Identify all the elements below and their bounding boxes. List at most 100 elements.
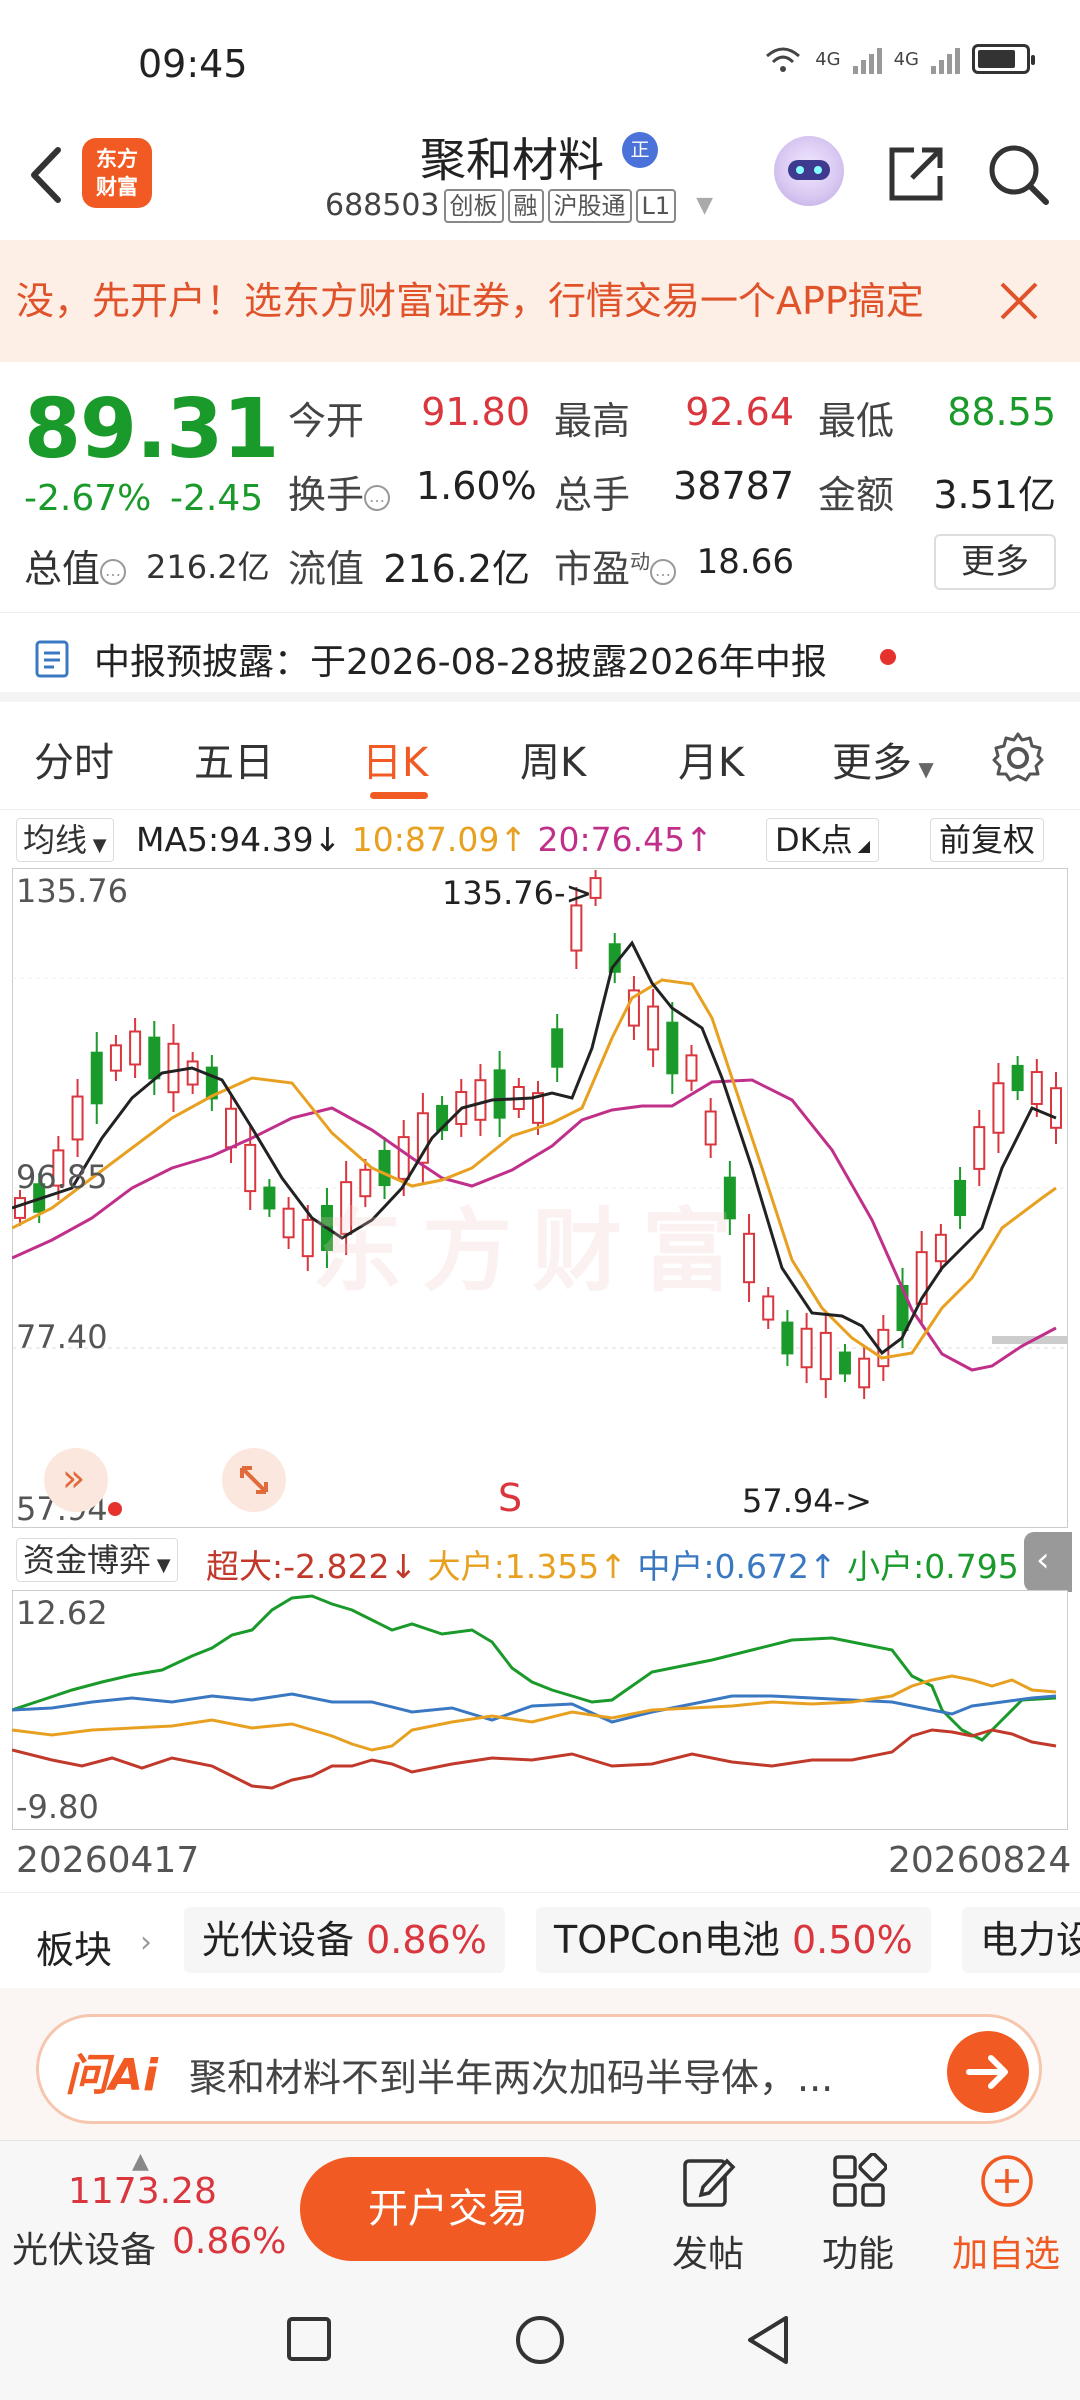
volume-value: 38787 [673, 464, 794, 508]
info-icon[interactable]: … [364, 484, 391, 511]
y-label-mid: 96.85 [16, 1158, 108, 1196]
stock-code-row[interactable]: 688503 创板 融 沪股通 L1 ▼ [325, 188, 713, 223]
pe-superscript: 动 [630, 549, 651, 574]
tag-level: L1 [635, 188, 677, 223]
chevron-down-icon: ▼ [87, 835, 107, 856]
tab-daily-k[interactable]: 日K [362, 730, 428, 788]
back-nav-icon[interactable] [744, 2314, 792, 2366]
low-label: 最低 [818, 399, 895, 443]
flow-medium: 中户:0.672 [637, 1547, 809, 1586]
ai-area: 问Ai 聚和材料不到半年两次加码半导体，... [0, 1988, 1080, 2140]
amount-value: 3.51亿 [933, 473, 1056, 517]
capital-flow-chart[interactable]: 12.62 -9.80 [11, 1589, 1069, 1831]
sector-index-value[interactable]: 1173.28 [68, 2171, 217, 2212]
candle-body [1030, 1071, 1043, 1105]
ai-robot-icon[interactable] [774, 136, 844, 206]
back-icon[interactable] [20, 140, 70, 210]
fullscreen-button[interactable] [222, 1448, 286, 1512]
ai-question-bar[interactable]: 问Ai 聚和材料不到半年两次加码半导体，... [36, 2014, 1042, 2124]
tab-more[interactable]: 更多 ▼ [832, 730, 934, 788]
candle-body [1011, 1064, 1024, 1092]
sell-signal-marker: S [498, 1476, 523, 1520]
functions-button[interactable]: 功能 [798, 2141, 918, 2281]
candle-body [474, 1079, 487, 1121]
sector-chip[interactable]: TOPCon电池 0.50% [536, 1907, 931, 1973]
close-icon[interactable] [998, 280, 1040, 322]
market-cap-label-text: 总值 [24, 547, 101, 591]
kline-chart[interactable]: 东方财富 135.76 96.85 77.40 57.94 135.76-> 5… [12, 868, 1068, 1528]
tab-intraday[interactable]: 分时 [34, 730, 114, 788]
share-icon[interactable] [884, 142, 948, 206]
home-icon[interactable] [514, 2314, 566, 2366]
functions-label: 功能 [821, 2234, 894, 2275]
candle-body [397, 1136, 410, 1180]
search-icon[interactable] [986, 142, 1052, 208]
sector-pct: 0.86% [366, 1918, 487, 1962]
pe-value: 18.66 [696, 542, 794, 582]
network-label-2: 4G [893, 48, 919, 70]
post-button[interactable]: 发帖 [648, 2141, 768, 2281]
tab-monthly-k[interactable]: 月K [678, 730, 744, 788]
flow-selector[interactable]: 资金博弈 ▼ [16, 1538, 178, 1582]
tab-more-label: 更多 [832, 740, 912, 786]
ma-values: MA5:94.39↓ 10:87.09↑ 20:76.45↑ [136, 820, 713, 859]
candle-body [570, 904, 583, 952]
pe-label: 市盈动… [554, 538, 677, 593]
dk-point-button[interactable]: DK点 ◢ [766, 818, 880, 862]
unread-dot [880, 649, 896, 665]
ma5-value: MA5:94.39 [136, 820, 314, 859]
disclosure-notice[interactable]: 中报预披露：于2026-08-28披露2026年中报 [0, 612, 1080, 702]
flow-small: 小户:0.795 [847, 1547, 1019, 1586]
tab-weekly-k[interactable]: 周K [520, 730, 586, 788]
recent-apps-icon[interactable] [286, 2316, 332, 2362]
down-arrow-icon: ↓ [389, 1547, 418, 1586]
candle-body [263, 1186, 276, 1210]
collapse-left-button[interactable]: » [44, 1448, 108, 1512]
candle-body [551, 1028, 564, 1068]
high-annotation: 135.76-> [442, 874, 593, 912]
ma-selector[interactable]: 均线 ▼ [16, 818, 114, 862]
add-watchlist-button[interactable]: 加自选 [946, 2141, 1066, 2281]
system-nav-bar [0, 2280, 1080, 2400]
ma20-value: 20:76.45 [537, 820, 686, 859]
watermark: 东方财富 [312, 1199, 752, 1304]
change-percent: -2.67% [24, 478, 152, 519]
corner-triangle-icon: ◢ [852, 836, 871, 855]
candle-body [129, 1030, 142, 1066]
dk-label: DK点 [775, 821, 853, 859]
sector-chip[interactable]: 电力设 [962, 1907, 1080, 1973]
high-value: 92.64 [685, 390, 794, 434]
info-icon[interactable]: … [650, 558, 677, 585]
candle-body [762, 1295, 775, 1321]
turnover-value: 1.60% [416, 464, 537, 508]
flow-large: 大户:1.355 [427, 1547, 600, 1586]
float-cap-value: 216.2亿 [383, 547, 530, 591]
date-start: 20260417 [16, 1840, 200, 1881]
sector-name[interactable]: 光伏设备 [12, 2221, 156, 2273]
chevron-left-icon: ‹ [1036, 1540, 1050, 1580]
price-adjust-button[interactable]: 前复权 [930, 818, 1045, 862]
bottom-action-bar: ▲ 1173.28 光伏设备 0.86% 开户交易 发帖 功能 加自选 [0, 2140, 1080, 2280]
more-quote-button[interactable]: 更多 [934, 534, 1056, 590]
gear-icon[interactable] [990, 730, 1046, 786]
sector-label[interactable]: 板块 [36, 1919, 112, 1974]
battery-icon [972, 44, 1035, 74]
open-account-button[interactable]: 开户交易 [300, 2157, 596, 2261]
tag-board: 创板 [443, 188, 504, 223]
collapse-panel-button[interactable]: ‹ [1024, 1532, 1072, 1592]
current-price: 89.31 [24, 382, 279, 477]
signal-icon [931, 44, 960, 74]
info-icon[interactable]: … [100, 558, 127, 585]
tab-five-day[interactable]: 五日 [194, 730, 274, 788]
ai-go-button[interactable] [947, 2031, 1029, 2113]
app-logo[interactable]: 东方 财富 [82, 138, 152, 208]
logo-text: 财富 [96, 175, 138, 199]
sector-chip[interactable]: 光伏设备 0.86% [184, 1907, 505, 1973]
date-end: 20260824 [888, 1840, 1072, 1881]
promo-banner[interactable]: 没，先开户！选东方财富证券，行情交易一个APP搞定 [0, 240, 1080, 362]
turnover-label-text: 换手 [288, 473, 365, 517]
candle-body [800, 1327, 813, 1369]
up-arrow-icon: ↑ [499, 820, 538, 859]
up-arrow-icon: ↑ [599, 1547, 627, 1586]
candle-body [225, 1107, 238, 1149]
